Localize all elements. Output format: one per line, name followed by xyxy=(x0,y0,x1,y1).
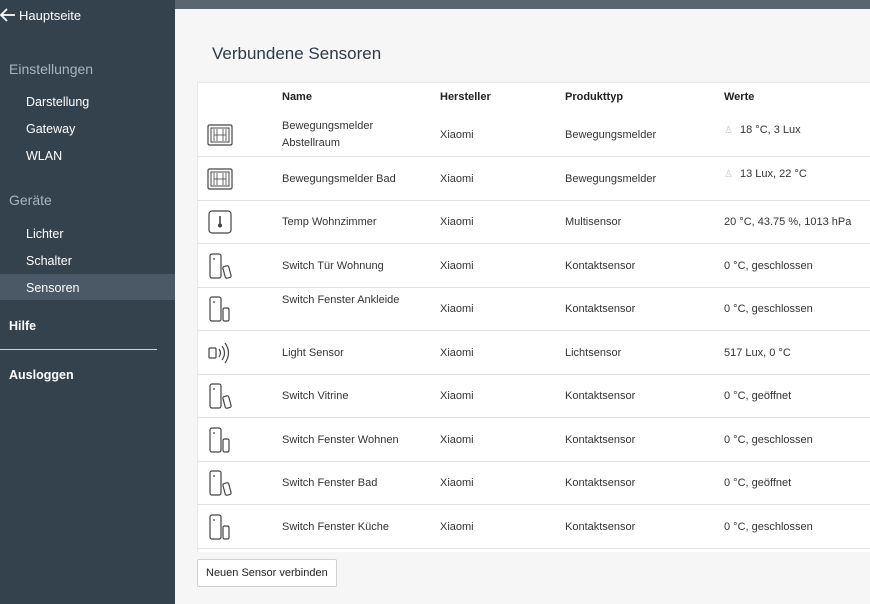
sensor-value-text: 20 °C, 43.75 %, 1013 hPa xyxy=(724,216,852,228)
person-icon: ♙ xyxy=(724,168,733,180)
sensor-value-text: 0 °C, geschlossen xyxy=(724,303,813,315)
settings-header: Einstellungen xyxy=(9,61,94,77)
sensor-value-text: 0 °C, geschlossen xyxy=(724,259,813,272)
home-label: Hauptseite xyxy=(19,7,82,23)
column-header-values: Werte xyxy=(724,91,755,103)
sensor-name: Bewegungsmelder Abstellraum xyxy=(282,120,374,149)
sensor-value-text: 0 °C, geschlossen xyxy=(724,433,813,446)
contact-closed-icon xyxy=(206,513,234,541)
contact-closed-icon xyxy=(206,426,234,454)
sensor-maker: Xiaomi xyxy=(440,390,474,402)
sensor-name: Switch Tür Wohnung xyxy=(282,259,384,272)
table-row[interactable]: Switch Fenster Bad Xiaomi Kontaktsensor 0 °… xyxy=(198,462,870,505)
sensor-values: 0 °C, geöffnet xyxy=(724,475,791,492)
contact-open-icon xyxy=(206,252,234,280)
sensor-values: ♙ 18 °C, 3 Lux xyxy=(724,122,801,139)
sidebar-divider xyxy=(0,349,157,350)
sensor-name: Light Sensor xyxy=(282,346,344,359)
motion-sensor-icon xyxy=(206,121,234,149)
person-icon: ♙ xyxy=(724,125,733,136)
connect-sensor-button[interactable]: Neuen Sensor verbinden xyxy=(197,559,337,587)
top-bar xyxy=(175,0,870,9)
sensor-maker: Xiaomi xyxy=(440,172,474,185)
sensor-maker: Xiaomi xyxy=(440,303,474,315)
sensor-values: 0 °C, geschlossen xyxy=(724,519,813,536)
table-row[interactable]: Light Sensor Xiaomi Lichtsensor 517 Lux, 0 … xyxy=(198,332,870,375)
sidebar-item-sensoren[interactable]: Sensoren xyxy=(26,281,80,295)
sensor-value-text: 0 °C, geschlossen xyxy=(724,520,813,533)
sidebar: Hauptseite Einstellungen Darstellung Gat… xyxy=(0,0,175,604)
sensor-name: Switch Vitrine xyxy=(282,390,349,402)
column-header-name: Name xyxy=(282,91,312,103)
sensor-value-text: 0 °C, geöffnet xyxy=(724,390,792,402)
sidebar-item-schalter[interactable]: Schalter xyxy=(26,254,72,268)
sensor-name: Switch Fenster Ankleide xyxy=(282,294,400,306)
sensor-values: 0 °C, geschlossen xyxy=(724,301,813,318)
sensor-type: Multisensor xyxy=(565,216,622,228)
sensor-name: Temp Wohnzimmer xyxy=(282,216,377,228)
sensor-value-text: 517 Lux, 0 °C xyxy=(724,346,791,359)
sensor-value-text: 18 °C, 3 Lux xyxy=(740,124,801,136)
sensor-maker: Xiaomi xyxy=(440,433,474,446)
sensor-values: 0 °C, geöffnet xyxy=(724,388,791,405)
sensor-maker: Xiaomi xyxy=(440,259,474,272)
thermometer-icon xyxy=(206,208,234,236)
sensor-values: 20 °C, 43.75 %, 1013 hPa xyxy=(724,214,851,231)
sensor-value-text: 0 °C, geöffnet xyxy=(724,477,792,489)
table-row[interactable]: Temp Wohnzimmer Xiaomi Multisensor 20 °C, 4… xyxy=(198,201,870,244)
sidebar-item-darstellung[interactable]: Darstellung xyxy=(26,95,89,109)
sensor-values: 0 °C, geschlossen xyxy=(724,432,813,449)
sensor-maker: Xiaomi xyxy=(440,477,474,489)
main-content: Verbundene Sensoren Name Hersteller Prod… xyxy=(175,9,870,604)
sidebar-item-gateway[interactable]: Gateway xyxy=(26,122,75,136)
page-title: Verbundene Sensoren xyxy=(212,44,382,63)
sidebar-item-hilfe[interactable]: Hilfe xyxy=(9,319,36,333)
table-row[interactable]: Switch Vitrine Xiaomi Kontaktsensor 0 °C, g… xyxy=(198,375,870,418)
sensor-type: Kontaktsensor xyxy=(565,303,636,315)
motion-sensor-icon xyxy=(206,165,234,193)
sensor-type: Kontaktsensor xyxy=(565,433,636,446)
column-header-maker: Hersteller xyxy=(440,91,491,103)
table-row[interactable]: Switch Fenster Wohnen Xiaomi Kontaktsensor… xyxy=(198,419,870,462)
sensor-type: Lichtsensor xyxy=(565,346,622,359)
contact-closed-icon xyxy=(206,295,234,323)
sensor-values: 0 °C, geschlossen xyxy=(724,258,813,275)
sensor-name: Switch Fenster Wohnen xyxy=(282,433,399,446)
sidebar-item-lichter[interactable]: Lichter xyxy=(26,227,64,241)
light-sensor-icon xyxy=(206,339,234,367)
sensor-type: Kontaktsensor xyxy=(565,520,636,533)
sensor-maker: Xiaomi xyxy=(440,216,474,228)
sensor-name: Switch Fenster Küche xyxy=(282,520,389,533)
sidebar-item-wlan[interactable]: WLAN xyxy=(26,149,62,163)
contact-open-icon xyxy=(206,382,234,410)
sensor-name: Switch Fenster Bad xyxy=(282,477,378,489)
table-row[interactable]: Switch Tür Wohnung Xiaomi Kontaktsensor 0 °… xyxy=(198,245,870,288)
sensor-type: Kontaktsensor xyxy=(565,259,636,272)
sensor-maker: Xiaomi xyxy=(440,346,474,359)
sensor-type: Kontaktsensor xyxy=(565,477,636,489)
sensor-maker: Xiaomi xyxy=(440,520,474,533)
sensor-type: Bewegungsmelder xyxy=(565,172,657,185)
sensor-values: 517 Lux, 0 °C xyxy=(724,345,791,362)
sensor-maker: Xiaomi xyxy=(440,129,474,141)
table-row[interactable]: Bewegungsmelder Bad Xiaomi Bewegungsmelder… xyxy=(198,158,870,201)
sensor-type: Kontaktsensor xyxy=(565,390,636,402)
devices-header: Geräte xyxy=(9,192,52,208)
table-row[interactable]: Switch Fenster Küche Xiaomi Kontaktsensor 0… xyxy=(198,506,870,549)
table-row[interactable]: Bewegungsmelder Abstellraum Xiaomi Bewegun… xyxy=(198,114,870,157)
contact-open-icon xyxy=(206,469,234,497)
back-arrow-icon xyxy=(0,8,15,22)
sensor-values: ♙ 13 Lux, 22 °C xyxy=(724,166,807,183)
table-row[interactable]: Switch Fenster Ankleide Xiaomi Kontaktsens… xyxy=(198,288,870,331)
sensor-table: Name Hersteller Produkttyp Werte Bewegun… xyxy=(197,82,870,552)
sensor-name: Bewegungsmelder Bad xyxy=(282,172,396,185)
sensor-value-text: 13 Lux, 22 °C xyxy=(740,167,807,180)
home-link[interactable]: Hauptseite xyxy=(0,6,81,24)
column-header-type: Produkttyp xyxy=(565,91,624,103)
sensor-type: Bewegungsmelder xyxy=(565,129,657,141)
table-header: Name Hersteller Produkttyp Werte xyxy=(198,83,870,113)
logout-link[interactable]: Ausloggen xyxy=(9,368,74,382)
